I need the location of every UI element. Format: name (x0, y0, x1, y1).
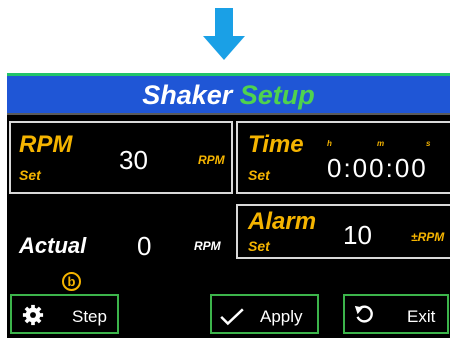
actual-rpm-value: 0 (137, 231, 152, 261)
minutes-label: m (377, 139, 385, 148)
exit-button-label: Exit (407, 307, 436, 326)
gear-icon (22, 304, 44, 326)
step-button-label: Step (72, 307, 107, 326)
undo-arrow-icon (354, 305, 373, 323)
title-bar: Shaker Setup (7, 73, 450, 115)
actual-rpm-unit: RPM (194, 239, 221, 253)
alarm-set-panel[interactable]: Alarm Set 10 ±RPM (236, 204, 450, 259)
seconds-label: s (426, 139, 431, 148)
rpm-set-unit: RPM (198, 153, 225, 167)
alarm-set-unit: ±RPM (411, 230, 445, 244)
time-label: Time (248, 131, 304, 158)
time-set-value: 0:00:00 (327, 153, 428, 183)
time-set-label: Set (248, 167, 270, 183)
alarm-set-label: Set (248, 238, 270, 254)
rpm-set-label: Set (19, 167, 41, 183)
callout-badge: b (62, 272, 81, 291)
apply-button[interactable]: Apply (210, 294, 319, 334)
time-set-panel[interactable]: Time Set h m s 0:00:00 (236, 121, 450, 194)
title-setup: Setup (239, 80, 315, 110)
title-shaker: Shaker (142, 80, 233, 110)
rpm-set-panel[interactable]: RPM Set 30 RPM (9, 121, 233, 194)
alarm-set-value: 10 (343, 220, 372, 250)
rpm-label: RPM (19, 131, 73, 158)
alarm-label: Alarm (248, 208, 317, 235)
step-button[interactable]: Step (10, 294, 119, 334)
checkmark-icon (220, 308, 244, 326)
shaker-setup-screen: Shaker Setup RPM Set 30 RPM Time Set h m… (7, 73, 450, 338)
actual-label: Actual (19, 233, 87, 258)
hours-label: h (327, 139, 332, 148)
exit-button[interactable]: Exit (343, 294, 449, 334)
down-arrow-icon (203, 8, 245, 60)
rpm-set-value: 30 (119, 145, 148, 175)
apply-button-label: Apply (260, 307, 303, 326)
